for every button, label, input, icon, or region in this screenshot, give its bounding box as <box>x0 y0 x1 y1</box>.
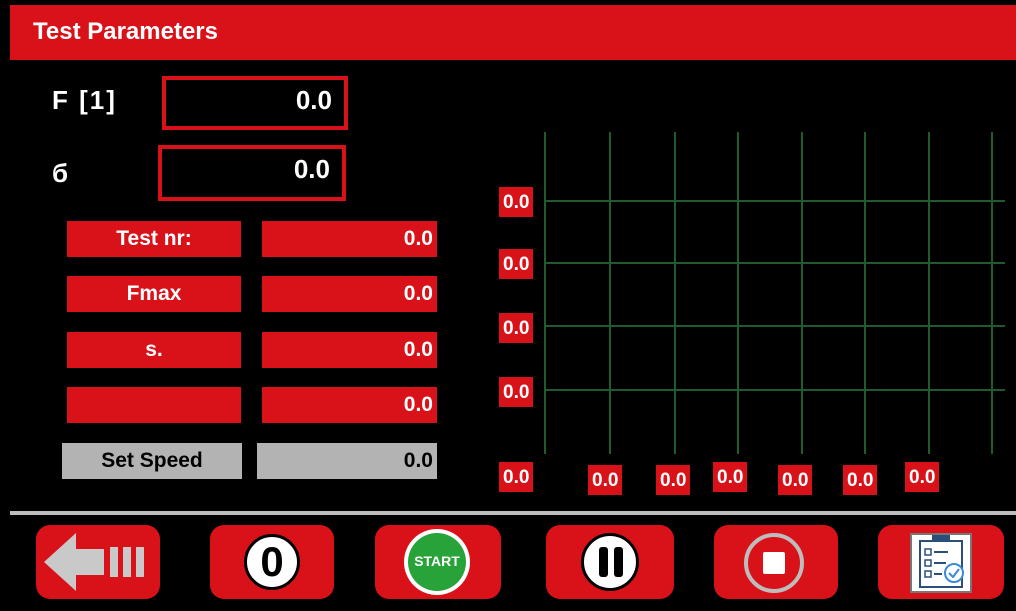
s-label: s. <box>67 332 241 368</box>
force-field: 0.0 <box>162 76 348 130</box>
start-button[interactable]: START <box>375 525 501 599</box>
zero-button[interactable]: 0 <box>210 525 334 599</box>
back-button[interactable] <box>36 525 160 599</box>
stress-value: 0.0 <box>293 154 330 184</box>
stress-field: 0.0 <box>158 145 346 201</box>
x-axis-label: 0.0 <box>588 465 623 495</box>
set-speed-button[interactable]: Set Speed <box>62 443 242 479</box>
force-value: 0.0 <box>295 85 332 115</box>
start-label: START <box>414 553 460 569</box>
x-axis-label: 0.0 <box>656 465 691 495</box>
y-axis-label: 0.0 <box>499 249 534 279</box>
fmax-value: 0.0 <box>262 276 437 312</box>
chart-grid <box>544 132 1005 454</box>
empty-param-label <box>67 387 241 423</box>
origin-label: 0.0 <box>499 462 534 492</box>
test-nr-label: Test nr: <box>67 221 241 257</box>
y-axis-label: 0.0 <box>499 313 534 343</box>
empty-param-value: 0.0 <box>262 387 437 423</box>
clipboard-checklist-icon <box>910 533 972 593</box>
stop-icon <box>744 533 804 593</box>
toolbar-separator <box>10 511 1016 515</box>
x-axis-label: 0.0 <box>905 462 940 492</box>
test-nr-value: 0.0 <box>262 221 437 257</box>
stop-button[interactable] <box>714 525 838 599</box>
back-arrow-icon <box>44 533 144 591</box>
force-label: F [1] <box>52 85 117 115</box>
zero-circle: 0 <box>244 534 300 590</box>
set-speed-value[interactable]: 0.0 <box>257 443 437 479</box>
x-axis-label: 0.0 <box>843 465 878 495</box>
fmax-label: Fmax <box>67 276 241 312</box>
y-axis-label: 0.0 <box>499 377 534 407</box>
report-button[interactable] <box>878 525 1004 599</box>
s-value: 0.0 <box>262 332 437 368</box>
x-axis-label: 0.0 <box>713 462 748 492</box>
pause-icon <box>581 533 639 591</box>
pause-button[interactable] <box>546 525 674 599</box>
page-title: Test Parameters <box>33 18 218 45</box>
stress-label: б <box>52 158 71 188</box>
start-ring: START <box>404 529 470 595</box>
y-axis-label: 0.0 <box>499 187 534 217</box>
x-axis-label: 0.0 <box>778 465 813 495</box>
start-circle: START <box>408 533 466 591</box>
zero-label: 0 <box>260 538 284 585</box>
